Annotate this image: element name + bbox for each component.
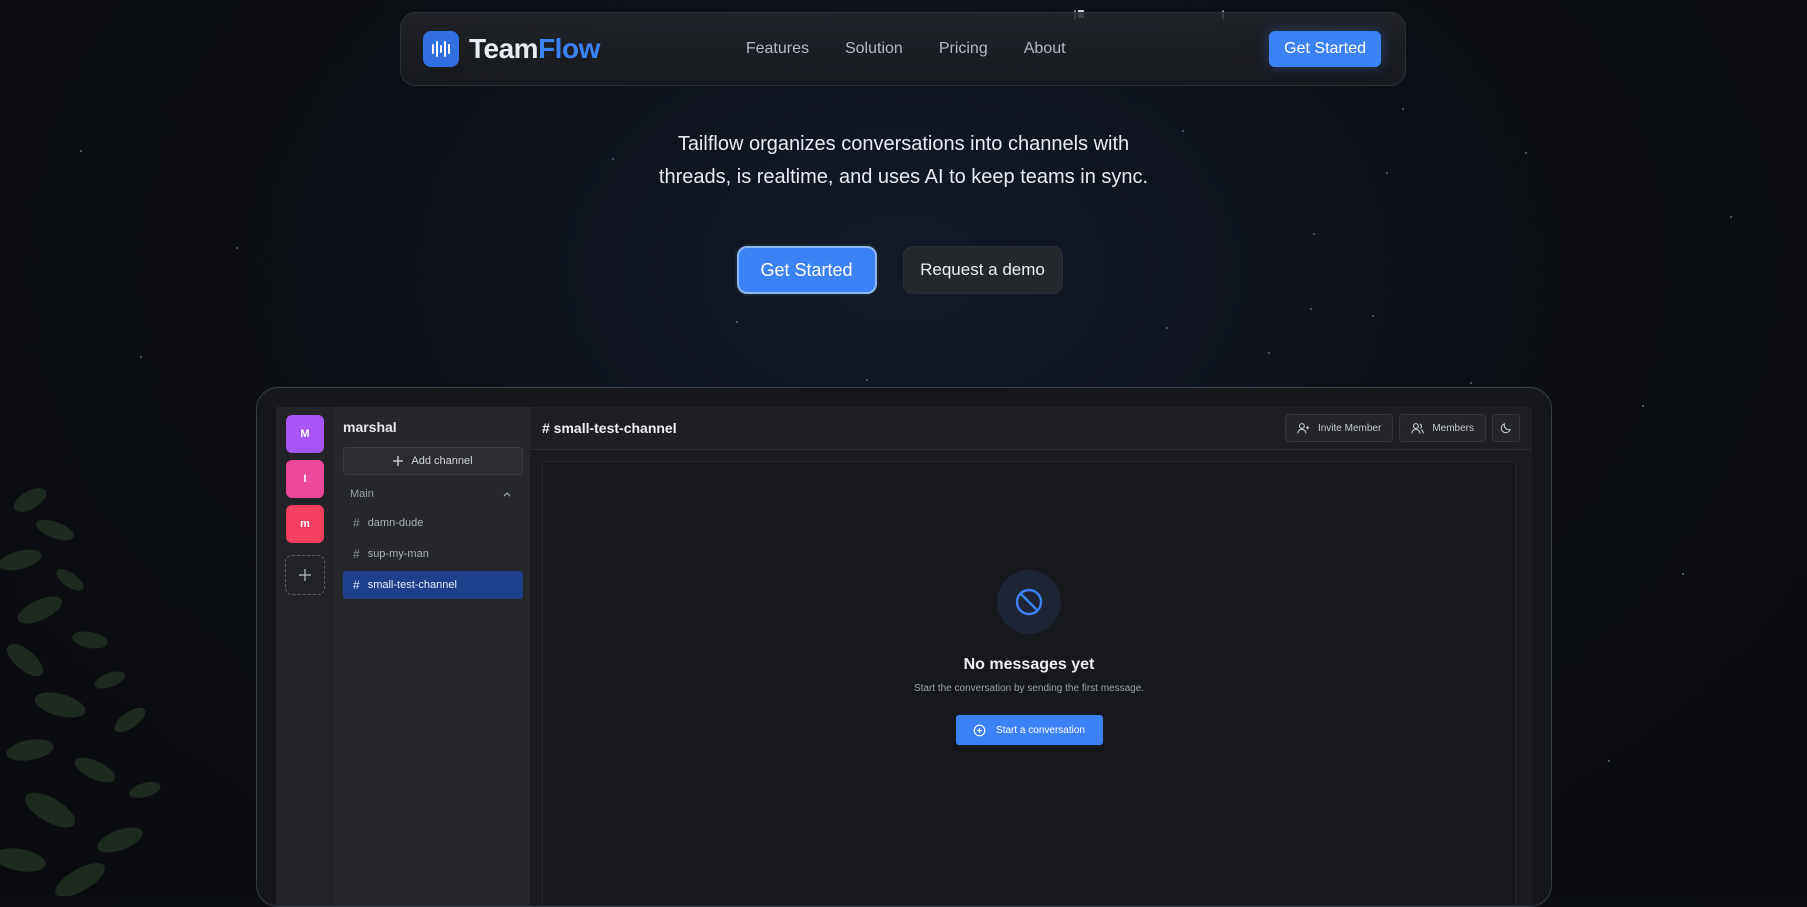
hash-icon: # [353,547,360,561]
channel-item[interactable]: # damn-dude [343,509,523,537]
channel-header: # small-test-channel Invite Member Membe… [530,407,1532,450]
request-demo-button[interactable]: Request a demo [902,246,1063,294]
hero-tagline-line1: Tailflow organizes conversations into ch… [677,133,1130,155]
invite-member-button[interactable]: Invite Member [1284,414,1394,442]
add-workspace-button[interactable] [285,555,325,595]
brand-name: TeamFlow [469,33,600,65]
add-channel-button[interactable]: Add channel [343,447,523,475]
moon-icon [1500,423,1511,434]
hero-get-started-button[interactable]: Get Started [736,246,877,294]
hero-buttons: Get Started Request a demo [0,246,1807,294]
app-preview-frame: M I m marshal Add channel Main # damn-du… [256,387,1552,907]
plus-icon [393,456,404,466]
channel-list: # damn-dude # sup-my-man # small-test-ch… [334,509,523,599]
theme-toggle-button[interactable] [1492,414,1520,442]
start-conversation-button[interactable]: Start a conversation [955,715,1103,745]
channel-name: damn-dude [367,517,424,529]
hash-icon: # [353,516,360,530]
chevron-up-icon [503,492,511,497]
user-plus-icon [1297,422,1310,433]
hero-tagline: Tailflow organizes conversations into ch… [0,128,1807,194]
add-channel-label: Add channel [411,455,473,467]
workspace-rail: M I m [276,407,334,906]
top-navigation: TeamFlow Features Solution Pricing About… [400,12,1406,86]
invite-member-label: Invite Member [1317,422,1382,434]
nav-link-solution[interactable]: Solution [845,40,903,58]
plus-icon [299,569,311,581]
workspace-avatar[interactable]: I [286,460,324,498]
nav-links: Features Solution Pricing About [746,40,1066,58]
members-button[interactable]: Members [1399,414,1486,442]
users-icon [1411,422,1425,433]
header-actions: Invite Member Members [1284,414,1520,442]
empty-state-title: No messages yet [963,656,1095,673]
workspace-avatar[interactable]: M [286,415,324,453]
hero-tagline-line2: threads, is realtime, and uses AI to kee… [658,166,1149,188]
brand-name-part2: Flow [538,33,600,64]
nav-get-started-button[interactable]: Get Started [1269,31,1381,67]
no-entry-icon [1015,588,1043,616]
foliage-decoration [0,488,161,896]
workspace-name: marshal [343,419,397,435]
channel-section-header[interactable]: Main [334,485,518,503]
hash-icon: # [353,578,360,592]
nav-link-about[interactable]: About [1024,40,1066,58]
empty-state-icon [997,570,1061,634]
channel-main: # small-test-channel Invite Member Membe… [530,407,1532,906]
app-preview: M I m marshal Add channel Main # damn-du… [276,407,1532,906]
nav-link-pricing[interactable]: Pricing [939,40,988,58]
brand[interactable]: TeamFlow [423,31,600,67]
audio-wave-icon [423,31,459,67]
channel-name: sup-my-man [367,548,429,560]
channel-item-active[interactable]: # small-test-channel [343,571,523,599]
nav-link-features[interactable]: Features [746,40,809,58]
channel-title: # small-test-channel [542,420,677,436]
channel-name: small-test-channel [367,579,457,591]
members-label: Members [1432,422,1474,434]
empty-state-subtitle: Start the conversation by sending the fi… [913,683,1145,694]
channel-sidebar: marshal Add channel Main # damn-dude # s… [334,407,530,906]
plus-circle-icon [973,724,986,736]
channel-item[interactable]: # sup-my-man [343,540,523,568]
start-conversation-label: Start a conversation [996,724,1085,736]
brand-name-part1: Team [469,33,539,64]
workspace-avatar[interactable]: m [286,505,324,543]
section-label: Main [350,488,374,500]
messages-area: No messages yet Start the conversation b… [542,461,1516,906]
